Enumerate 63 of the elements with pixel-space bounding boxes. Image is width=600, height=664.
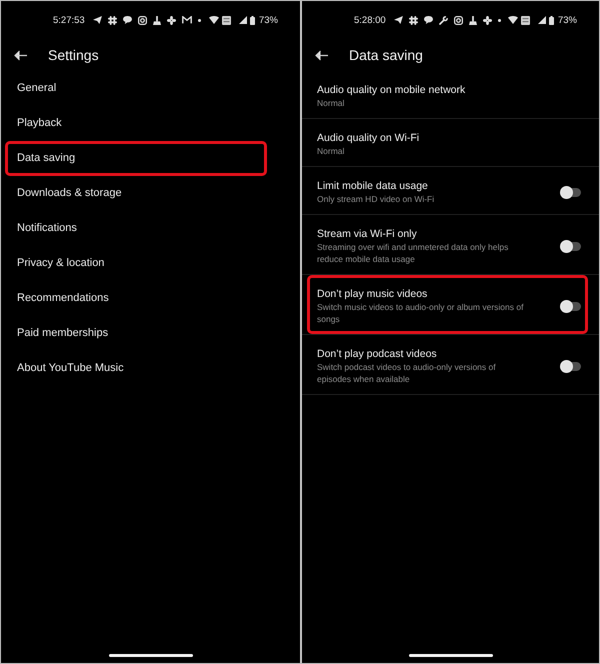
menu-item[interactable]: Privacy & location [5,246,267,281]
toggle-switch[interactable] [560,186,581,198]
setting-value: Normal [317,145,346,157]
signal-icon [538,16,546,24]
setting-description: Only stream HD video on Wi-Fi [317,193,436,205]
wifi-icon [208,16,219,24]
menu-item[interactable]: Notifications [5,211,267,246]
screen-title: Data saving [349,46,423,64]
dot-icon [198,18,201,22]
mail-icon [182,16,192,24]
status-time: 5:28:00 [354,14,386,26]
battery-percent: 73% [258,14,278,26]
setting-title: Limit mobile data usage [317,179,429,193]
pinwheel-icon [166,16,176,24]
wrench-icon [438,16,448,24]
send-icon [92,16,102,24]
send-icon [394,16,403,24]
pinwheel-icon [482,16,492,24]
battery-icon [250,16,255,24]
setting-title: Audio quality on Wi-Fi [317,131,420,145]
sim-badge-icon [222,16,231,24]
battery-icon [548,16,554,24]
toggle-switch[interactable] [560,360,581,372]
plunger-icon [152,16,161,24]
setting-row[interactable]: Stream via Wi-Fi only Streaming over wifi and unmetered data only helps reduce mobile data usage [307,215,588,274]
camera-icon [454,16,463,24]
setting-row[interactable]: Don’t play podcast videos Switch podcast videos to audio-only versions of episodes when available [307,335,588,394]
menu-item[interactable]: Paid memberships [5,316,267,351]
wifi-icon [508,16,518,24]
setting-description: Streaming over wifi and unmetered data only helps reduce mobile data usage [317,241,510,265]
sim-badge-icon [520,16,530,24]
setting-description: Switch music videos to audio-only or album versions of songs [317,301,524,325]
setting-title: Stream via Wi-Fi only [317,227,418,241]
hash-icon [108,16,117,24]
chat-bubble-icon [122,16,132,24]
battery-percent: 73% [558,14,577,26]
menu-item[interactable]: About YouTube Music [5,351,267,386]
signal-icon [238,16,247,24]
setting-title: Don’t play podcast videos [317,347,438,361]
menu-item[interactable]: Playback [5,106,267,141]
camera-icon [138,16,147,24]
menu-item[interactable]: Data saving [5,141,267,176]
setting-description: Switch podcast videos to audio-only versions of episodes when available [317,361,497,385]
menu-item[interactable]: General [5,71,267,106]
setting-row[interactable]: Don’t play music videos Switch music videos to audio-only or album versions of songs [307,275,588,334]
plunger-icon [468,16,477,24]
menu-item[interactable]: Recommendations [5,281,267,316]
hash-icon [408,16,418,24]
toggle-switch[interactable] [560,240,581,252]
dot-icon [498,18,501,22]
toggle-switch[interactable] [560,300,581,312]
status-time: 5:27:53 [53,14,85,26]
setting-title: Don’t play music videos [317,287,428,301]
back-button[interactable] [315,50,328,60]
screen-title: Settings [48,46,99,64]
menu-item[interactable]: Downloads & storage [5,176,267,211]
chat-bubble-icon [424,16,433,24]
setting-title: Audio quality on mobile network [317,83,466,97]
setting-row[interactable]: Audio quality on mobile network Normal [307,71,588,118]
setting-row[interactable]: Audio quality on Wi-Fi Normal [307,119,588,166]
setting-row[interactable]: Limit mobile data usage Only stream HD video on Wi-Fi [307,167,588,214]
setting-value: Normal [317,97,346,109]
back-button[interactable] [14,50,27,60]
